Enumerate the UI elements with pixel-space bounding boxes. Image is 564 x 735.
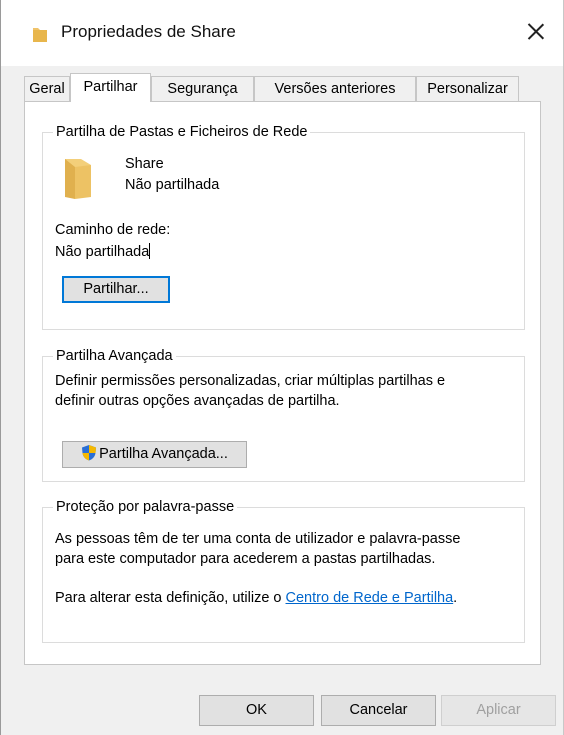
window-title: Propriedades de Share	[61, 22, 236, 41]
text-cursor	[149, 243, 151, 259]
properties-dialog: Propriedades de Share Geral Partilhar Se…	[0, 0, 564, 735]
password-protection-legend: Proteção por palavra-passe	[53, 498, 238, 516]
password-protection-line1: As pessoas têm de ter uma conta de utili…	[55, 531, 461, 547]
tab-general[interactable]: Geral	[24, 76, 70, 101]
network-path-text: Não partilhada	[55, 244, 150, 260]
password-protection-line2: para este computador para acederem a pas…	[55, 551, 436, 567]
uac-shield-icon	[81, 444, 97, 470]
advanced-share-button-label: Partilha Avançada...	[99, 446, 228, 462]
network-share-legend: Partilha de Pastas e Ficheiros de Rede	[53, 123, 311, 141]
password-protection-change-text: Para alterar esta definição, utilize o C…	[55, 589, 457, 608]
network-path-label: Caminho de rede:	[55, 222, 171, 238]
network-sharing-center-link[interactable]: Centro de Rede e Partilha	[286, 590, 454, 606]
network-path-value[interactable]: Não partilhada	[55, 243, 151, 262]
advanced-share-group: Partilha Avançada Definir permissões per…	[42, 347, 525, 482]
tab-security[interactable]: Segurança	[151, 76, 254, 101]
tab-share[interactable]: Partilhar	[70, 73, 151, 102]
folder-status: Não partilhada	[125, 177, 220, 193]
close-icon[interactable]	[521, 17, 551, 47]
share-button[interactable]: Partilhar...	[62, 276, 170, 303]
advanced-share-legend: Partilha Avançada	[53, 347, 176, 365]
tab-panel-share: Partilha de Pastas e Ficheiros de Rede S…	[24, 101, 541, 665]
apply-button[interactable]: Aplicar	[441, 695, 556, 726]
ok-button[interactable]: OK	[199, 695, 314, 726]
tab-customize[interactable]: Personalizar	[416, 76, 519, 101]
advanced-share-description-line2: definir outras opções avançadas de parti…	[55, 393, 340, 409]
folder-icon	[61, 155, 97, 203]
password-protection-group: Proteção por palavra-passe As pessoas tê…	[42, 498, 525, 643]
change-suffix: .	[453, 590, 458, 606]
advanced-share-button[interactable]: Partilha Avançada...	[62, 441, 247, 468]
folder-name: Share	[125, 156, 164, 172]
change-prefix: Para alterar esta definição, utilize o	[55, 590, 286, 606]
folder-icon	[31, 24, 49, 48]
cancel-button[interactable]: Cancelar	[321, 695, 436, 726]
network-share-group: Partilha de Pastas e Ficheiros de Rede S…	[42, 123, 525, 330]
tab-previous-versions[interactable]: Versões anteriores	[254, 76, 416, 101]
title-bar[interactable]: Propriedades de Share	[1, 0, 563, 66]
advanced-share-description-line1: Definir permissões personalizadas, criar…	[55, 373, 446, 389]
